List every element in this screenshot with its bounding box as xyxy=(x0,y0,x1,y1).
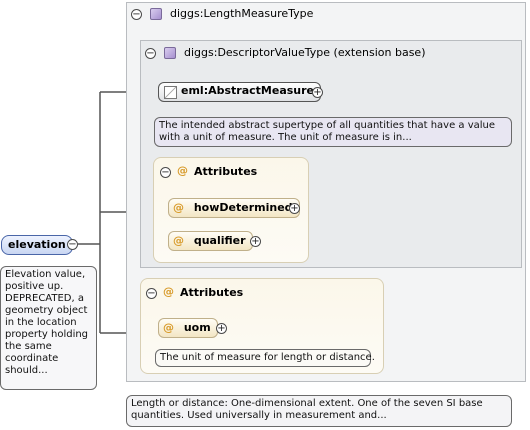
abstract-measure-expand-icon[interactable]: + xyxy=(312,87,323,98)
attribute-at-icon: @ xyxy=(173,234,184,247)
how-determined-expand-icon[interactable]: + xyxy=(289,203,300,214)
complex-type-icon xyxy=(150,8,162,20)
abstract-measure-label: eml:AbstractMeasure xyxy=(181,84,315,97)
length-measure-type-collapse-icon[interactable]: − xyxy=(131,9,142,20)
elevation-node[interactable]: elevation xyxy=(1,235,73,255)
uom-doc: The unit of measure for length or distan… xyxy=(155,349,375,367)
descriptor-value-type-collapse-icon[interactable]: − xyxy=(145,48,156,59)
attribute-at-icon: @ xyxy=(173,201,184,214)
qualifier-label: qualifier xyxy=(193,234,246,247)
qualifier-expand-icon[interactable]: + xyxy=(250,236,261,247)
attribute-qualifier[interactable]: @ qualifier xyxy=(168,231,253,251)
attribute-uom[interactable]: @ uom xyxy=(158,318,218,338)
abstract-measure-node[interactable]: eml:AbstractMeasure xyxy=(158,82,322,102)
inner-attributes-collapse-icon[interactable]: − xyxy=(160,167,171,178)
outer-attributes-collapse-icon[interactable]: − xyxy=(146,288,157,299)
descriptor-value-type-title: diggs:DescriptorValueType (extension bas… xyxy=(184,46,426,59)
attribute-at-icon: @ xyxy=(163,321,174,334)
length-measure-type-doc: Length or distance: One-dimensional exte… xyxy=(126,395,512,427)
complex-type-icon xyxy=(164,47,176,59)
attribute-at-icon: @ xyxy=(177,164,188,177)
how-determined-label: howDetermined xyxy=(193,201,293,214)
elevation-label: elevation xyxy=(8,238,66,251)
abstract-measure-doc: The intended abstract supertype of all q… xyxy=(154,117,512,147)
elevation-doc: Elevation value, positive up. DEPRECATED… xyxy=(0,266,97,390)
attribute-how-determined[interactable]: @ howDetermined xyxy=(168,198,300,218)
abstract-element-icon xyxy=(164,86,177,99)
inner-attributes-title: Attributes xyxy=(194,165,258,178)
length-measure-type-title: diggs:LengthMeasureType xyxy=(170,7,314,20)
uom-expand-icon[interactable]: + xyxy=(216,323,227,334)
elevation-collapse-icon[interactable]: − xyxy=(67,239,78,250)
attribute-at-icon: @ xyxy=(163,285,174,298)
outer-attributes-title: Attributes xyxy=(180,286,244,299)
uom-label: uom xyxy=(183,321,211,334)
